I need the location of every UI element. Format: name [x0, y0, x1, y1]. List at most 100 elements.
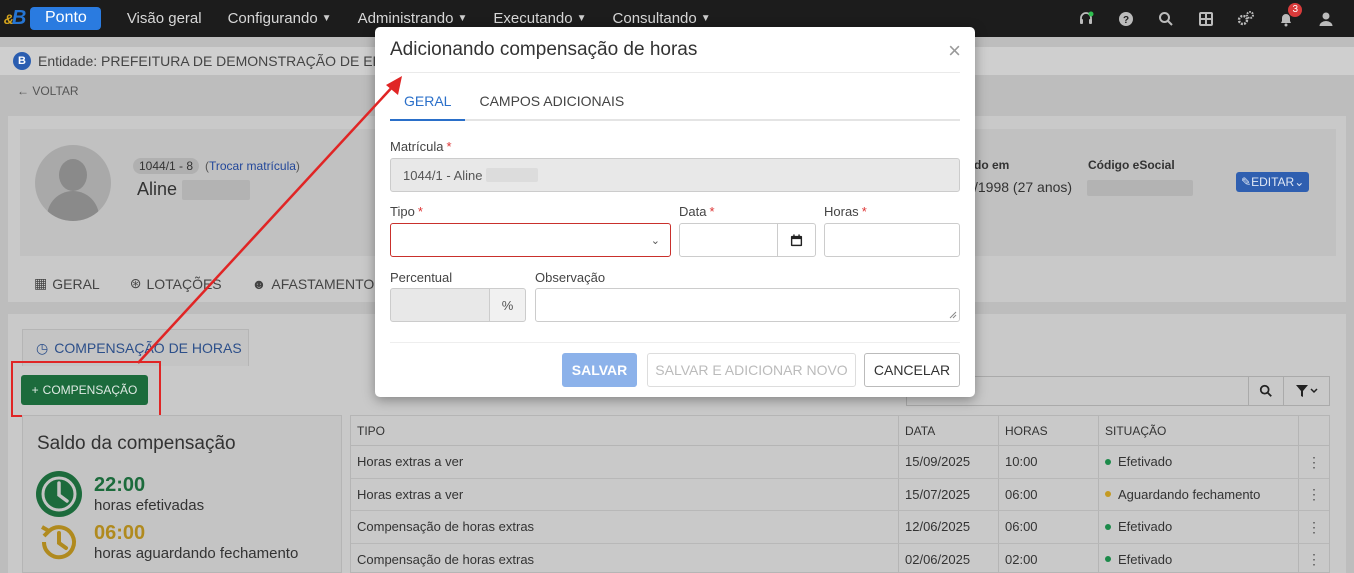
tab-afastamentos[interactable]: ☻ AFASTAMENTOS	[252, 275, 384, 292]
kebab-menu-icon: ⋮	[1307, 453, 1321, 470]
saldo-desc-efetivadas: horas efetivadas	[94, 497, 205, 514]
save-button[interactable]: SALVAR	[562, 353, 637, 387]
tab-geral[interactable]: ▦ GERAL	[34, 275, 100, 292]
chevron-down-icon: ▼	[576, 13, 587, 24]
calendar-button[interactable]	[777, 223, 816, 257]
nav-item-configurando[interactable]: Configurando ▼	[228, 10, 332, 27]
observacao-label: Observação	[535, 270, 606, 285]
row-menu-button[interactable]: ⋮	[1299, 446, 1329, 478]
chevron-down-icon: ▼	[321, 13, 332, 24]
cell-situacao: Efetivado	[1099, 446, 1299, 478]
cancel-button[interactable]: CANCELAR	[864, 353, 960, 387]
help-icon[interactable]: ?	[1106, 0, 1146, 37]
profile-tabs: ▦ GERAL ⊛ LOTAÇÕES ☻ AFASTAMENTOS	[34, 275, 384, 292]
observacao-textarea[interactable]	[535, 288, 960, 322]
table-row[interactable]: Compensação de horas extras 02/06/2025 0…	[351, 543, 1329, 573]
trocar-matricula-link[interactable]: Trocar matrícula	[209, 159, 296, 173]
id-card-icon: ▦	[34, 275, 48, 291]
clock-icon	[36, 471, 82, 517]
col-header-tipo[interactable]: TIPO	[351, 416, 899, 445]
col-header-situacao[interactable]: SITUAÇÃO	[1099, 416, 1299, 445]
status-dot	[1105, 458, 1111, 465]
tipo-label: Tipo *	[390, 204, 423, 219]
modal-footer-divider	[390, 342, 960, 343]
nav-item-administrando[interactable]: Administrando ▼	[358, 10, 468, 27]
avatar	[35, 145, 111, 221]
pencil-icon: ✎	[1241, 175, 1252, 189]
back-link[interactable]: ← VOLTAR	[17, 84, 79, 98]
matricula-label: Matrícula *	[390, 139, 452, 154]
birth-value: /1998 (27 anos)	[974, 179, 1073, 195]
brand[interactable]: & B Ponto	[0, 0, 101, 37]
nav-item-executando[interactable]: Executando ▼	[493, 10, 586, 27]
birth-label: do em	[974, 158, 1010, 172]
table-row[interactable]: Horas extras a ver 15/07/2025 06:00 Agua…	[351, 478, 1329, 511]
col-header-horas[interactable]: HORAS	[999, 416, 1099, 445]
percent-addon: %	[489, 288, 526, 322]
cell-tipo: Compensação de horas extras	[351, 543, 899, 573]
table-row[interactable]: Compensação de horas extras 12/06/2025 0…	[351, 511, 1329, 544]
tab-geral[interactable]: GERAL	[390, 85, 466, 121]
cell-data: 15/09/2025	[899, 446, 999, 478]
user-icon[interactable]	[1306, 0, 1346, 37]
modal-tabs: GERAL CAMPOS ADICIONAIS	[390, 85, 960, 121]
col-header-actions	[1299, 416, 1329, 445]
sitemap-icon: ⊛	[129, 275, 142, 291]
modal-divider	[390, 72, 960, 73]
calendar-icon	[790, 233, 803, 246]
kebab-menu-icon: ⋮	[1307, 551, 1321, 568]
cell-horas: 10:00	[999, 446, 1099, 478]
col-header-data[interactable]: DATA	[899, 416, 999, 445]
cell-tipo: Horas extras a ver	[351, 478, 899, 510]
cell-data: 15/07/2025	[899, 478, 999, 510]
close-icon[interactable]: ×	[948, 38, 961, 64]
bell-icon[interactable]: 3	[1266, 0, 1306, 37]
brand-name[interactable]: Ponto	[30, 7, 101, 30]
row-menu-button[interactable]: ⋮	[1299, 544, 1329, 573]
esocial-value	[1087, 179, 1193, 197]
horas-input[interactable]	[824, 223, 960, 257]
cell-horas: 06:00	[999, 478, 1099, 510]
horas-label: Horas *	[824, 204, 867, 219]
tipo-select[interactable]: ⌄	[390, 223, 671, 257]
apps-grid-icon[interactable]	[1186, 0, 1226, 37]
highlight-box	[11, 361, 161, 417]
table-header: TIPO DATA HORAS SITUAÇÃO	[351, 416, 1329, 446]
row-menu-button[interactable]: ⋮	[1299, 479, 1329, 511]
chevron-down-icon: ▼	[700, 13, 711, 24]
data-input[interactable]	[679, 223, 779, 257]
percentual-input	[390, 288, 490, 322]
cell-horas: 06:00	[999, 511, 1099, 543]
modal-title: Adicionando compensação de horas	[390, 39, 698, 60]
edit-button[interactable]: ✎EDITAR⌄	[1236, 172, 1310, 192]
user-times-icon: ☻	[251, 275, 267, 292]
saldo-row-efetivadas: 22:00 horas efetivadas	[36, 471, 204, 517]
matricula-tag: 1044/1 - 8	[133, 158, 200, 174]
cell-situacao: Efetivado	[1099, 543, 1299, 573]
saldo-hours-aguardando: 06:00	[94, 522, 146, 544]
cell-data: 12/06/2025	[899, 511, 999, 543]
search-icon	[1259, 384, 1272, 397]
settings-icon[interactable]	[1226, 0, 1266, 37]
saldo-card: Saldo da compensação 22:00 horas efetiva…	[22, 415, 342, 573]
tab-lotacoes[interactable]: ⊛ LOTAÇÕES	[130, 275, 222, 292]
arrow-left-icon: ←	[17, 84, 29, 98]
tab-campos-adicionais[interactable]: CAMPOS ADICIONAIS	[465, 85, 638, 121]
status-dot	[1105, 491, 1111, 498]
search-icon[interactable]	[1146, 0, 1186, 37]
entity-logo: B	[13, 52, 31, 70]
saldo-hours-efetivadas: 22:00	[94, 474, 146, 496]
brand-logo: & B	[3, 7, 27, 29]
esocial-label: Código eSocial	[1088, 158, 1175, 172]
table-row[interactable]: Horas extras a ver 15/09/2025 10:00 Efet…	[351, 446, 1329, 479]
clock-icon: ◷	[36, 339, 49, 356]
row-menu-button[interactable]: ⋮	[1299, 511, 1329, 543]
nav-item-visao-geral[interactable]: Visão geral	[127, 10, 202, 27]
save-and-new-button[interactable]: SALVAR E ADICIONAR NOVO	[647, 353, 856, 387]
chevron-down-icon: ⌄	[650, 235, 660, 247]
search-button[interactable]	[1248, 377, 1283, 405]
headset-icon[interactable]	[1066, 0, 1106, 37]
filter-button[interactable]	[1283, 377, 1330, 405]
nav-item-consultando[interactable]: Consultando ▼	[613, 10, 711, 27]
cell-situacao: Efetivado	[1099, 511, 1299, 543]
